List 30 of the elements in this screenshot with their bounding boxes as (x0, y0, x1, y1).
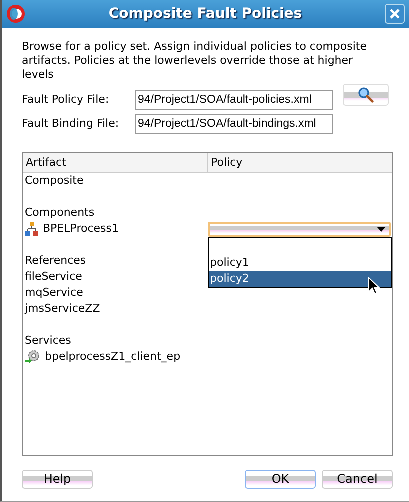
gear-icon (25, 350, 41, 364)
dialog-button[interactable]: Cancel (322, 470, 393, 489)
dialog-button[interactable]: Help (22, 470, 93, 489)
window-title: Composite Fault Policies (108, 4, 304, 24)
app-logo-icon (6, 4, 26, 24)
dropdown-option[interactable]: policy2 (209, 271, 391, 287)
dialog-button[interactable]: OK (245, 470, 316, 489)
caret-icon (377, 226, 386, 232)
search-icon (358, 87, 374, 103)
dropdown-option[interactable]: policy1 (209, 255, 391, 271)
description-text: Browse for a policy set. Assign individual policies to composite artifacts. Policies at the lowerlevels override those at higher levels (22, 40, 368, 82)
artifact-name: BPELProcess1 (43, 220, 119, 237)
file-path-field[interactable]: 94/Project1/SOA/fault-policies.xml (135, 90, 333, 110)
artifact-name: mqService (25, 284, 84, 301)
field-label: Fault Binding File: (21, 116, 120, 132)
browse-button[interactable] (343, 84, 389, 106)
column-header: Policy (210, 155, 244, 171)
section-label: References (24, 252, 88, 269)
artifact-name: jmsServiceZZ (25, 300, 100, 317)
field-label: Fault Policy File: (21, 92, 110, 108)
close-icon (390, 9, 400, 20)
artifact-name: fileService (25, 268, 82, 285)
file-path-field[interactable]: 94/Project1/SOA/fault-bindings.xml (135, 114, 333, 134)
close-button[interactable] (385, 4, 405, 24)
section-label: Composite (24, 172, 85, 189)
section-label: Components (24, 204, 96, 221)
column-header: Artifact (23, 153, 208, 172)
process-icon (25, 222, 39, 236)
artifact-name: bpelprocessZ1_client_ep (45, 348, 181, 365)
section-label: Services (24, 332, 72, 349)
